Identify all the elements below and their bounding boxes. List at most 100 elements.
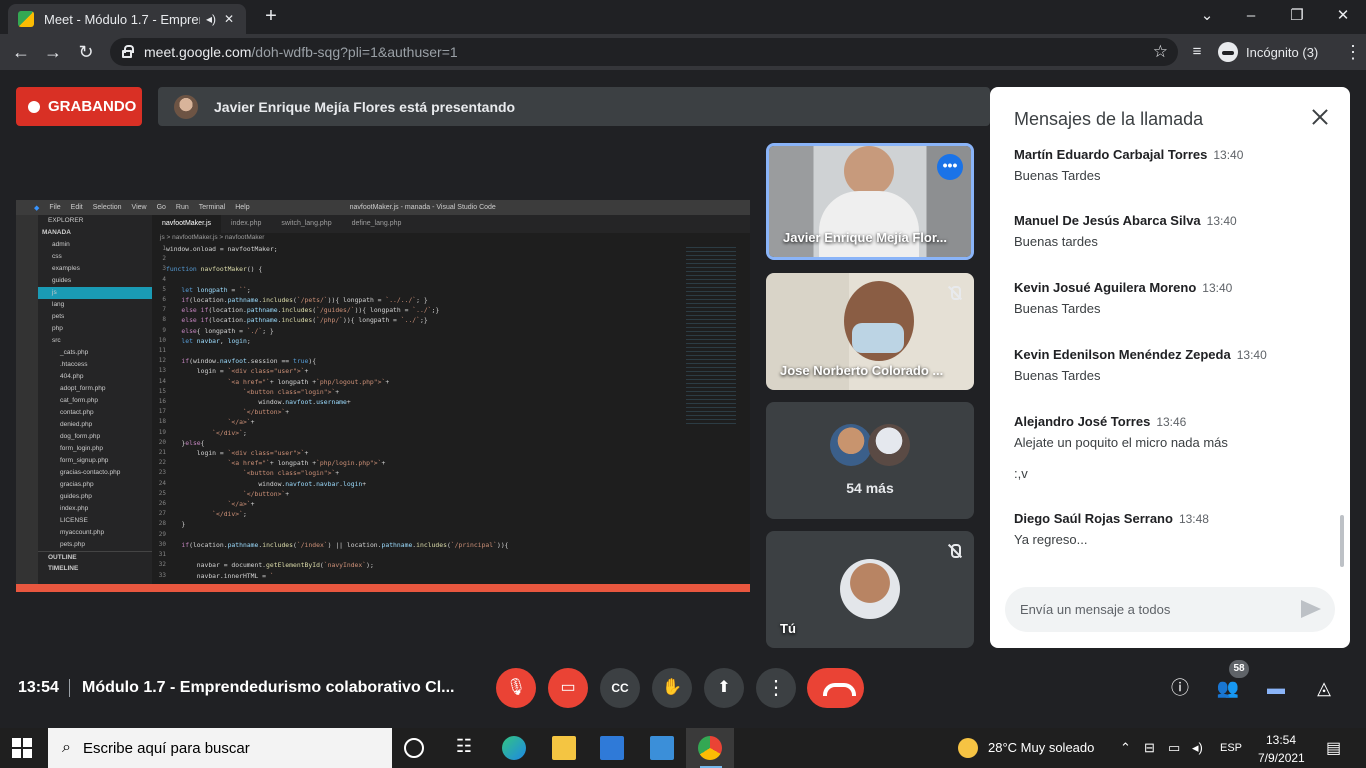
tree-item: form_login.php xyxy=(60,445,103,452)
tree-item: src xyxy=(52,337,61,344)
reload-icon[interactable]: ↻ xyxy=(73,40,99,64)
recording-label: GRABANDO xyxy=(48,98,137,115)
taskbar-search[interactable]: ⌕ Escribe aquí para buscar xyxy=(48,728,392,768)
more-vert-icon: ⋮ xyxy=(766,677,786,699)
tree-item: dog_form.php xyxy=(60,433,101,440)
participant-tile[interactable]: ••• Javier Enrique Mejía Flor... xyxy=(766,143,974,260)
chat-icon[interactable]: ▬ xyxy=(1264,676,1288,700)
minimap xyxy=(686,244,736,424)
message-time: 13:46 xyxy=(1156,415,1187,429)
restore-icon[interactable]: ❐ xyxy=(1274,4,1320,30)
close-window-icon[interactable]: ✕ xyxy=(1320,4,1366,30)
mic-toggle-button[interactable]: 🎙 xyxy=(496,668,536,708)
tab-close-icon[interactable]: ✕ xyxy=(222,12,236,26)
camera-toggle-button[interactable]: ▭ xyxy=(548,668,588,708)
chat-input[interactable]: Envía un mensaje a todos xyxy=(1005,587,1335,632)
media-control-icon[interactable]: ≡ xyxy=(1184,40,1210,64)
message-time: 13:40 xyxy=(1202,281,1233,295)
more-options-icon[interactable]: ••• xyxy=(937,154,963,180)
tab-search-icon[interactable]: ⌄ xyxy=(1184,4,1230,30)
new-tab-icon[interactable]: + xyxy=(260,6,282,28)
camera-off-icon: ▭ xyxy=(560,679,576,696)
activities-icon[interactable]: ◬ xyxy=(1312,676,1336,700)
chat-message: Alejandro José Torres 13:46 Alejate un po… xyxy=(1014,414,1334,481)
more-options-button[interactable]: ⋮ xyxy=(756,668,796,708)
message-time: 13:40 xyxy=(1206,214,1237,228)
chat-message: Kevin Edenilson Menéndez Zepeda 13:40 Bue… xyxy=(1014,347,1334,383)
message-time: 13:40 xyxy=(1213,148,1244,162)
meeting-details-icon[interactable]: ⓘ xyxy=(1168,676,1192,700)
language-indicator[interactable]: ESP xyxy=(1220,742,1242,754)
chat-input-placeholder: Envía un mensaje a todos xyxy=(1020,602,1171,617)
tree-item: index.php xyxy=(60,505,89,512)
minimize-icon[interactable]: – xyxy=(1228,4,1274,30)
wifi-icon[interactable]: ▭ xyxy=(1168,740,1180,756)
incognito-label: Incógnito (3) xyxy=(1246,44,1319,60)
task-view-icon[interactable]: ☷ xyxy=(452,736,476,760)
close-chat-icon[interactable] xyxy=(1308,105,1332,129)
others-tile[interactable]: 54 más xyxy=(766,402,974,519)
volume-icon[interactable]: ◂) xyxy=(1192,740,1203,756)
send-icon[interactable] xyxy=(1301,600,1321,618)
captions-icon: CC xyxy=(611,681,629,695)
speaker-icon[interactable]: ◂) xyxy=(204,12,218,26)
shared-screen: ◆ File Edit Selection View Go Run Termin… xyxy=(16,200,750,592)
tree-item: LICENSE xyxy=(60,517,88,524)
menu-view: View xyxy=(131,204,147,211)
taskbar-date[interactable]: 7/9/2021 xyxy=(1258,751,1305,765)
menu-terminal: Terminal xyxy=(198,204,226,211)
network-icon[interactable]: ⊟ xyxy=(1144,740,1155,756)
file-explorer-icon[interactable] xyxy=(552,736,576,760)
present-button[interactable]: ⬆ xyxy=(704,668,744,708)
tree-item: myaccount.php xyxy=(60,529,105,536)
editor-breadcrumb: js > navfootMaker.js > navfootMaker xyxy=(160,234,265,241)
incognito-badge[interactable]: Incógnito (3) xyxy=(1218,40,1318,64)
message-text: :,v xyxy=(1014,466,1028,481)
weather-text[interactable]: 28°C Muy soleado xyxy=(988,740,1094,755)
people-icon[interactable]: 👥 xyxy=(1216,676,1240,700)
line-numbers: 1 2 3 4 5 6 7 8 9 10 11 12 13 14 15 16 17 18 19 20 21 22 23 24 2… xyxy=(158,245,166,579)
chrome-icon[interactable] xyxy=(698,736,722,760)
tree-item: _cats.php xyxy=(60,349,89,356)
meeting-clock: 13:54 xyxy=(18,679,59,696)
participant-name: Javier Enrique Mejía Flor... xyxy=(783,230,948,245)
bookmark-star-icon[interactable]: ☆ xyxy=(1153,42,1168,62)
taskbar-time[interactable]: 13:54 xyxy=(1266,733,1296,747)
lock-icon xyxy=(122,45,134,58)
meeting-name: Módulo 1.7 - Emprendedurismo colaborativ… xyxy=(82,679,454,696)
captions-button[interactable]: CC xyxy=(600,668,640,708)
leave-call-button[interactable] xyxy=(807,668,864,708)
folder-name: MANADA xyxy=(42,229,71,236)
menu-run: Run xyxy=(175,204,189,211)
forward-icon[interactable]: → xyxy=(40,40,66,64)
chat-scrollbar[interactable] xyxy=(1340,515,1344,567)
tree-item: cat_form.php xyxy=(60,397,98,404)
message-text: Buenas tardes xyxy=(1014,234,1098,249)
browser-menu-icon[interactable]: ⋮ xyxy=(1340,40,1366,64)
presenting-text: Javier Enrique Mejía Flores está present… xyxy=(214,98,516,115)
store-icon[interactable] xyxy=(600,736,624,760)
notifications-icon[interactable]: ▤ xyxy=(1326,738,1341,758)
browser-tab[interactable]: Meet - Módulo 1.7 - Empren ◂) ✕ xyxy=(8,4,246,34)
sender-name: Kevin Josué Aguilera Moreno 13:40 xyxy=(1014,280,1233,295)
mail-icon[interactable] xyxy=(650,736,674,760)
tab-title: Meet - Módulo 1.7 - Empren xyxy=(44,11,200,27)
tree-item: pets.php xyxy=(60,541,85,548)
self-tile[interactable]: Tú xyxy=(766,531,974,648)
back-icon[interactable]: ← xyxy=(8,40,34,64)
sender-name: Alejandro José Torres 13:46 xyxy=(1014,414,1187,429)
menu-go: Go xyxy=(156,204,166,211)
participant-tile[interactable]: Jose Norberto Colorado ... xyxy=(766,273,974,390)
tray-chevron-icon[interactable]: ⌃ xyxy=(1120,740,1131,756)
self-name: Tú xyxy=(780,621,796,636)
timeline-section: TIMELINE xyxy=(48,565,79,572)
people-count-badge: 58 xyxy=(1229,660,1249,678)
edge-icon[interactable] xyxy=(502,736,526,760)
windows-start-icon[interactable] xyxy=(12,738,32,758)
raise-hand-button[interactable]: ✋ xyxy=(652,668,692,708)
explorer-panel: EXPLORER MANADA admin css examples guide… xyxy=(38,215,152,584)
message-text: Alejate un poquito el micro nada más xyxy=(1014,435,1228,450)
address-bar[interactable]: meet.google.com/doh-wdfb-sqg?pli=1&authu… xyxy=(110,38,1178,66)
cortana-icon[interactable] xyxy=(404,738,424,758)
message-list: Martín Eduardo Carbajal Torres 13:40 Buen… xyxy=(1014,147,1334,555)
